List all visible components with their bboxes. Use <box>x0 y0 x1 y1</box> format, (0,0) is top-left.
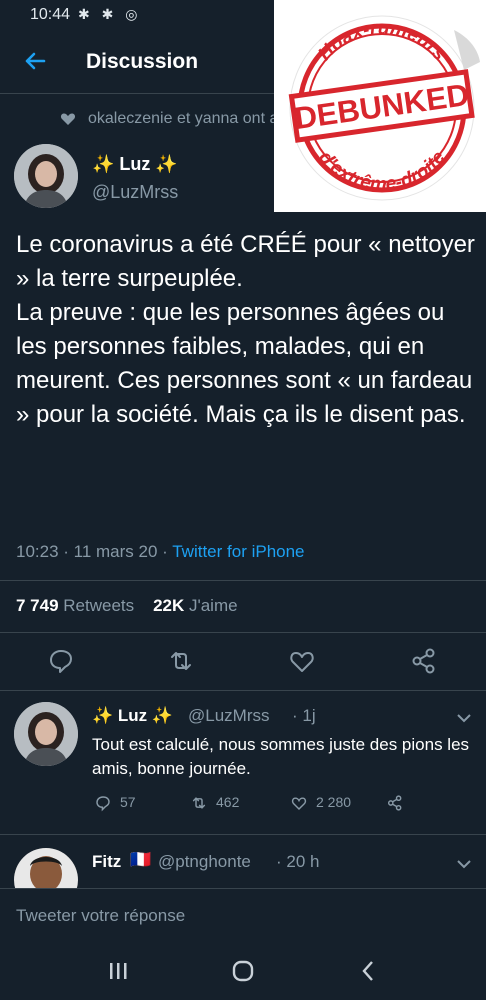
share-icon[interactable] <box>386 794 404 812</box>
avatar[interactable] <box>14 144 78 208</box>
page-title: Discussion <box>86 50 199 73</box>
next-author-name[interactable]: Fitz <box>92 852 121 872</box>
composer-placeholder[interactable]: Tweeter votre réponse <box>16 906 185 926</box>
tweet-source-link[interactable]: Twitter for iPhone <box>172 542 304 561</box>
reply-like-action[interactable]: 2 280 <box>290 794 351 812</box>
like-icon[interactable] <box>287 646 317 676</box>
like-icon <box>291 797 307 811</box>
next-age: · 20 h <box>276 852 320 871</box>
tweet-stats: 7 749 Retweets 22K J'aime <box>16 596 238 616</box>
retweets-count[interactable]: 7 749 <box>16 596 59 615</box>
reply-avatar[interactable] <box>14 702 78 766</box>
debunked-stamp-graphic: Hoax-rumeurs DEBUNKED d'extrême-droite <box>288 15 480 201</box>
retweet-icon <box>192 797 206 810</box>
divider <box>0 834 486 835</box>
divider <box>0 580 486 581</box>
reply-icon <box>96 796 110 812</box>
notification-icons: ✱ ✱ ◎ <box>78 6 142 22</box>
likes-label[interactable]: J'aime <box>189 596 238 615</box>
tweet-timestamp: 10:23 · 11 mars 20 · <box>16 542 173 561</box>
back-arrow-icon[interactable] <box>20 46 50 76</box>
reply-text: Tout est calculé, nous sommes juste des … <box>92 735 470 778</box>
next-author-handle[interactable]: @ptnghonte <box>158 852 251 872</box>
avatar-image <box>14 144 78 208</box>
author-name[interactable]: ✨ Luz ✨ <box>92 154 178 175</box>
tweet-meta: 10:23 · 11 mars 20 · Twitter for iPhone <box>16 542 305 562</box>
avatar-image <box>14 702 78 766</box>
retweet-icon[interactable] <box>166 646 196 676</box>
home-icon[interactable] <box>231 959 255 983</box>
back-icon[interactable] <box>360 959 376 983</box>
likes-count[interactable]: 22K <box>153 596 184 615</box>
author-handle[interactable]: @LuzMrss <box>92 182 178 203</box>
reply-composer[interactable]: Tweeter votre réponse <box>0 888 486 944</box>
debunked-stamp: Hoax-rumeurs DEBUNKED d'extrême-droite <box>274 0 486 212</box>
chevron-down-icon[interactable] <box>456 712 472 724</box>
tweet-text: Le coronavirus a été CRÉÉ pour « nettoye… <box>16 231 475 428</box>
retweets-label[interactable]: Retweets <box>63 596 134 615</box>
reply-retweets-count: 462 <box>216 794 240 810</box>
divider <box>0 632 486 633</box>
flag-france-icon: 🇫🇷 <box>130 850 152 869</box>
divider <box>0 690 486 691</box>
system-nav-bar <box>0 944 486 1000</box>
recent-apps-icon[interactable] <box>108 960 128 982</box>
share-icon[interactable] <box>409 646 439 676</box>
reply-author-handle[interactable]: @LuzMrss <box>188 706 270 726</box>
social-context-text: okaleczenie et yanna ont aimé <box>88 110 305 127</box>
reply-retweet-action[interactable]: 462 <box>190 794 239 812</box>
reply-replies-count: 57 <box>120 794 136 810</box>
reply-age: · 1j <box>292 706 316 725</box>
chevron-down-icon[interactable] <box>456 858 472 870</box>
reply-likes-count: 2 280 <box>316 794 352 810</box>
reply-reply-action[interactable]: 57 <box>94 794 136 812</box>
status-time: 10:44 <box>30 6 71 23</box>
heart-small-icon <box>60 113 76 125</box>
reply-icon[interactable] <box>46 646 76 676</box>
reply-author-name[interactable]: ✨ Luz ✨ <box>92 706 173 726</box>
